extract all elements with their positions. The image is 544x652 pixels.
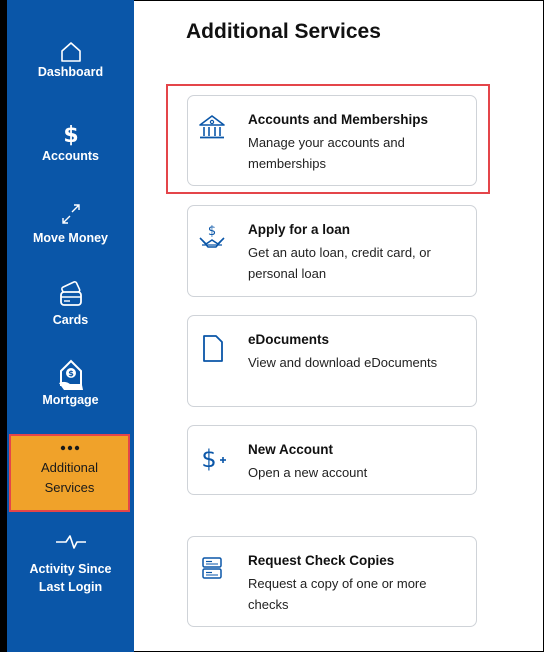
- home-icon: [60, 42, 81, 62]
- service-description: View and download eDocuments: [248, 355, 438, 370]
- sidebar-item-accounts[interactable]: $ Accounts: [7, 120, 134, 164]
- sidebar-item-label: Mortgage: [42, 393, 99, 407]
- sidebar-edge: [0, 0, 7, 652]
- loan-icon: $: [199, 224, 225, 248]
- sidebar: Dashboard $ Accounts Move Money Cards $ …: [7, 0, 134, 652]
- service-card-accounts-and-memberships[interactable]: Accounts and Memberships Manage your acc…: [187, 95, 477, 186]
- svg-text:$: $: [63, 123, 78, 148]
- service-description: Get an auto loan, credit card, or person…: [248, 245, 431, 281]
- transfer-arrows-icon: [61, 204, 80, 224]
- sidebar-item-mortgage[interactable]: $ Mortgage: [7, 356, 134, 408]
- dollar-plus-icon: $: [201, 445, 226, 473]
- sidebar-item-additional-services[interactable]: Additional Services: [9, 434, 130, 512]
- service-title: New Account: [248, 442, 334, 457]
- service-card-request-check-copies[interactable]: Request Check Copies Request a copy of o…: [187, 536, 477, 627]
- sidebar-item-move-money[interactable]: Move Money: [7, 198, 134, 246]
- svg-text:$: $: [201, 445, 216, 473]
- service-card-edocuments[interactable]: eDocuments View and download eDocuments: [187, 315, 477, 407]
- sidebar-item-label: Activity Since Last Login: [29, 562, 112, 594]
- sidebar-item-label: Additional Services: [40, 460, 99, 495]
- service-description: Open a new account: [248, 465, 368, 480]
- service-card-apply-for-a-loan[interactable]: $ Apply for a loan Get an auto loan, cre…: [187, 205, 477, 297]
- document-icon: [203, 335, 223, 362]
- sidebar-item-activity-since-last-login[interactable]: Activity Since Last Login: [7, 532, 134, 596]
- checks-icon: [202, 557, 222, 579]
- svg-text:$: $: [68, 369, 74, 378]
- service-title: Accounts and Memberships: [248, 112, 429, 127]
- mortgage-house-icon: $: [58, 359, 83, 390]
- service-title: eDocuments: [248, 332, 330, 347]
- page-title: Additional Services: [186, 20, 381, 43]
- service-card-new-account[interactable]: $ New Account Open a new account: [187, 425, 477, 495]
- dollar-icon: $: [63, 123, 78, 148]
- pulse-icon: [55, 535, 86, 549]
- service-description: Request a copy of one or more checks: [248, 576, 427, 612]
- sidebar-item-label: Dashboard: [37, 65, 104, 79]
- sidebar-item-label: Accounts: [42, 149, 99, 163]
- service-title: Apply for a loan: [248, 222, 351, 237]
- sidebar-item-cards[interactable]: Cards: [7, 278, 134, 328]
- sidebar-item-dashboard[interactable]: Dashboard: [7, 40, 134, 80]
- card-icon: [59, 281, 82, 306]
- bank-icon: [199, 115, 225, 139]
- service-title: Request Check Copies: [248, 553, 395, 568]
- more-dots-icon: [60, 445, 79, 451]
- sidebar-item-label: Cards: [52, 313, 89, 327]
- service-description: Manage your accounts and memberships: [248, 135, 405, 171]
- svg-text:$: $: [208, 224, 216, 239]
- sidebar-item-label: Move Money: [32, 231, 108, 245]
